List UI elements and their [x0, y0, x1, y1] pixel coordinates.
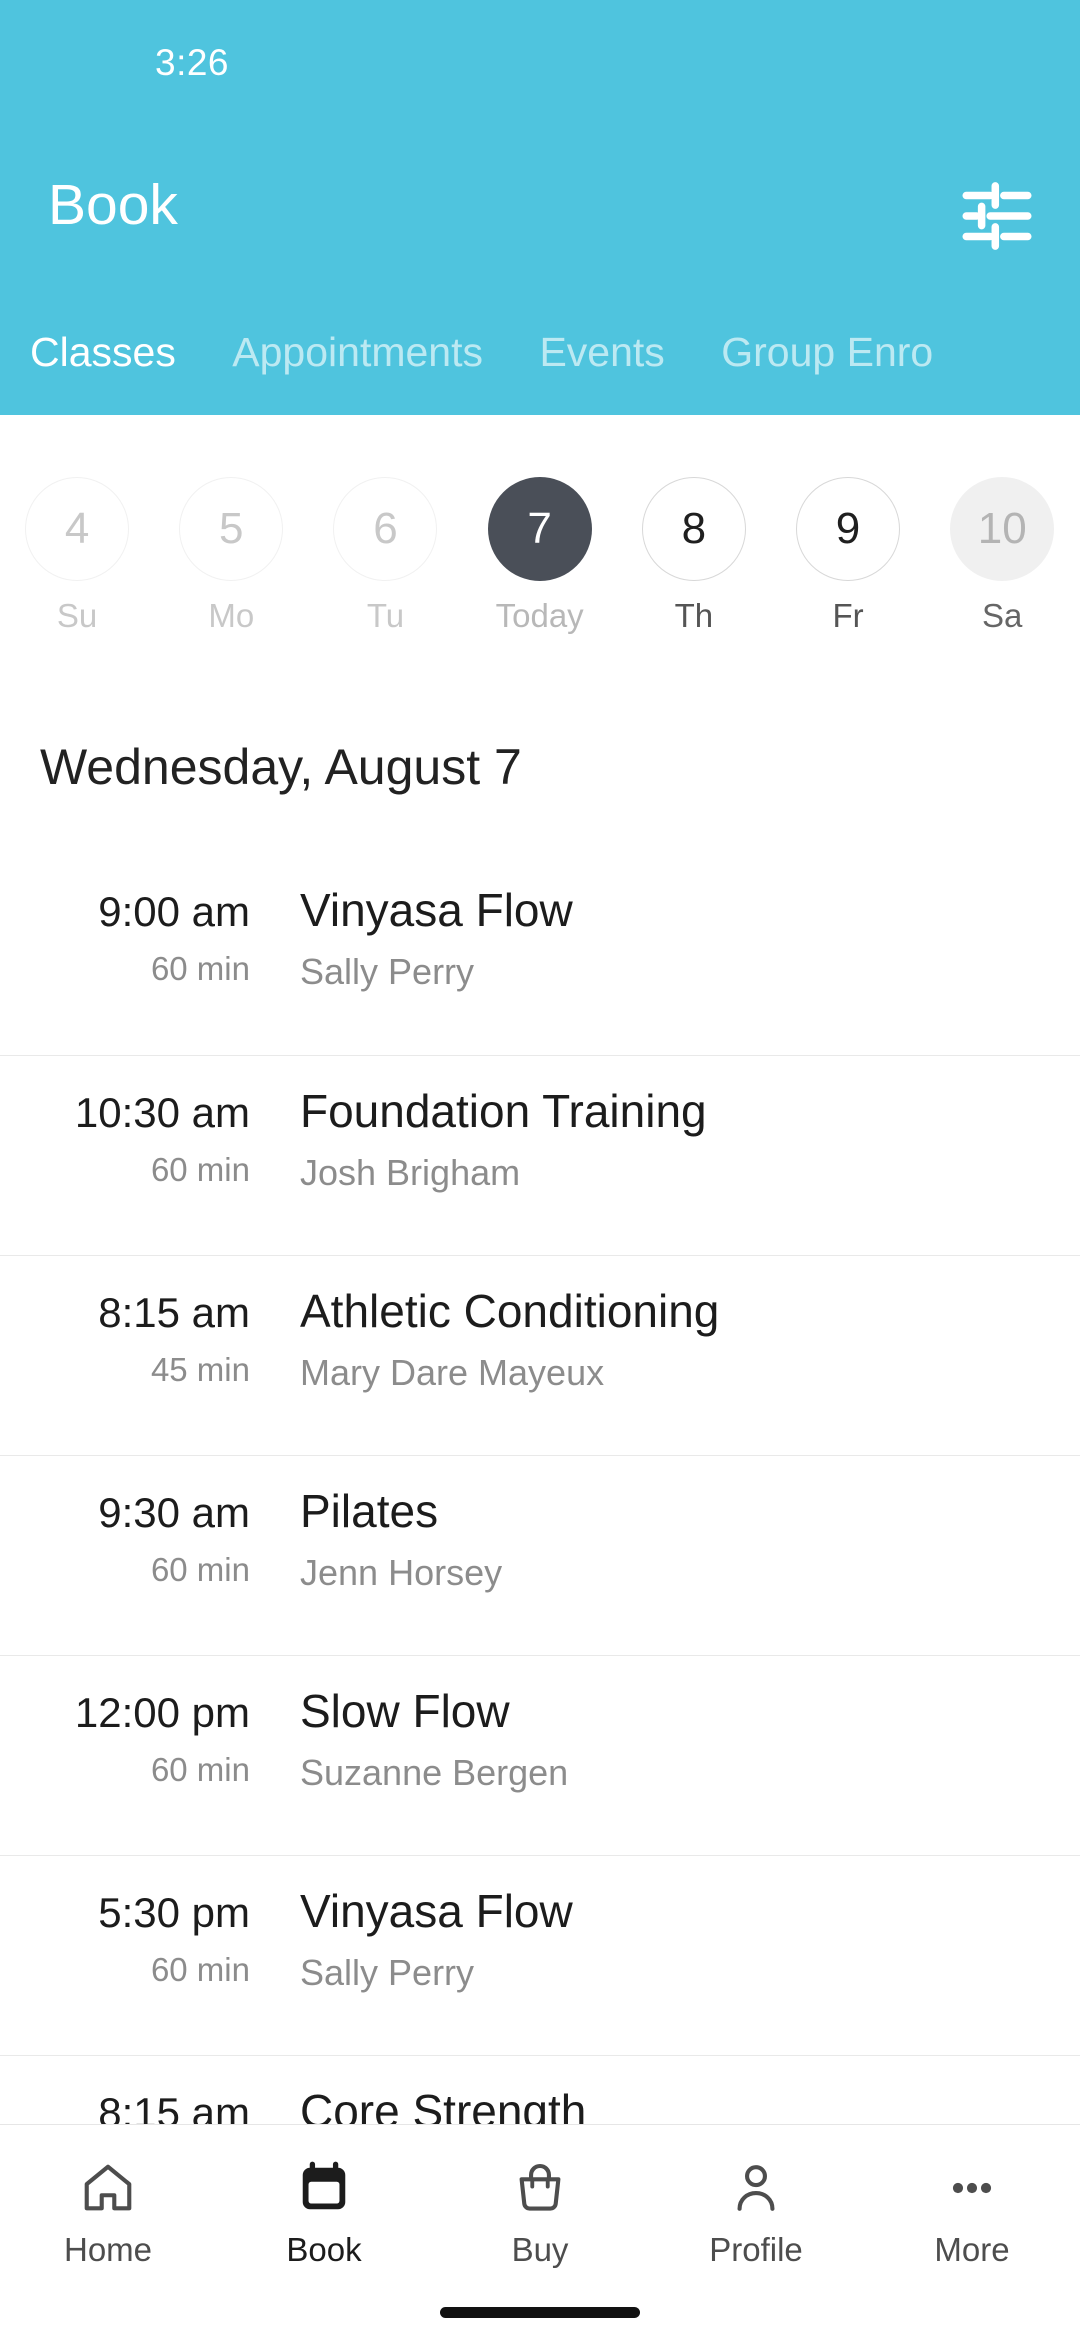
class-instructor: Sally Perry — [300, 951, 475, 992]
date-cell-5[interactable]: 5 Mo — [154, 415, 308, 635]
class-instructor: Jenn Horsey — [300, 1552, 503, 1593]
class-row[interactable]: 8:15 am Core Strength — [0, 2055, 1080, 2125]
date-weekday: Fr — [832, 597, 864, 634]
date-weekday: Su — [56, 597, 98, 634]
date-weekday: Th — [674, 597, 714, 634]
class-time: 12:00 pm — [74, 1689, 250, 1736]
tab-bar[interactable]: Classes Appointments Events Group Enro — [0, 290, 1080, 415]
class-name: Athletic Conditioning — [300, 1285, 720, 1337]
class-row[interactable]: 5:30 pm 60 min Vinyasa Flow Sally Perry — [0, 1855, 1080, 2055]
class-time-column: 8:15 am — [0, 2056, 250, 2125]
class-info-column: Core Strength — [300, 2056, 1040, 2125]
date-cell-6[interactable]: 6 Tu — [308, 415, 462, 635]
class-name: Vinyasa Flow — [300, 884, 573, 936]
date-number: 7 — [487, 477, 592, 581]
bottom-navigation-bar[interactable]: Home Book Buy Profile More — [0, 2124, 1080, 2340]
class-name: Core Strength — [300, 2085, 587, 2125]
class-time: 8:15 am — [98, 1289, 250, 1336]
tab-appointments[interactable]: Appointments — [232, 290, 483, 415]
nav-item-more[interactable]: More — [864, 2125, 1080, 2340]
date-cell-9[interactable]: 9 Fr — [771, 415, 925, 635]
app-bar: Book — [0, 100, 1080, 290]
class-time: 9:30 am — [98, 1489, 250, 1536]
home-indicator — [440, 2307, 640, 2318]
class-time: 10:30 am — [74, 1089, 250, 1136]
class-row[interactable]: 12:00 pm 60 min Slow Flow Suzanne Bergen — [0, 1655, 1080, 1855]
tab-classes[interactable]: Classes — [30, 290, 176, 415]
nav-label-more: More — [934, 2231, 1010, 2268]
class-time: 9:00 am — [98, 888, 250, 935]
nav-label-book: Book — [286, 2231, 362, 2268]
class-info-column: Slow Flow Suzanne Bergen — [300, 1656, 1040, 1794]
class-info-column: Vinyasa Flow Sally Perry — [300, 1856, 1040, 1994]
class-instructor: Mary Dare Mayeux — [300, 1352, 605, 1393]
class-duration: 60 min — [150, 1951, 250, 1988]
shopping-bag-icon — [432, 2157, 648, 2219]
date-weekday: Today — [495, 597, 584, 634]
date-cell-8[interactable]: 8 Th — [617, 415, 771, 635]
calendar-icon — [216, 2157, 432, 2219]
selected-date-heading: Wednesday, August 7 — [40, 739, 522, 795]
nav-label-profile: Profile — [709, 2231, 803, 2268]
person-icon — [648, 2157, 864, 2219]
class-time-column: 8:15 am 45 min — [0, 1256, 250, 1389]
filter-sliders-icon[interactable] — [956, 175, 1038, 257]
class-instructor: Josh Brigham — [300, 1152, 521, 1193]
page-title: Book — [48, 173, 178, 237]
class-time-column: 12:00 pm 60 min — [0, 1656, 250, 1789]
date-weekday: Sa — [982, 597, 1023, 634]
class-time-column: 9:00 am 60 min — [0, 855, 250, 988]
class-duration: 45 min — [150, 1351, 250, 1388]
date-cell-4[interactable]: 4 Su — [0, 415, 154, 635]
date-number: 10 — [950, 477, 1055, 581]
class-name: Slow Flow — [300, 1685, 510, 1737]
date-cell-7-selected[interactable]: 7 Today — [463, 415, 617, 635]
date-number: 5 — [179, 477, 284, 581]
class-time-column: 9:30 am 60 min — [0, 1456, 250, 1589]
class-info-column: Athletic Conditioning Mary Dare Mayeux — [300, 1256, 1040, 1394]
status-bar-clock: 3:26 — [155, 42, 230, 83]
class-time-column: 5:30 pm 60 min — [0, 1856, 250, 1989]
class-duration: 60 min — [150, 950, 250, 987]
nav-label-buy: Buy — [511, 2231, 569, 2268]
class-duration: 60 min — [150, 1551, 250, 1588]
date-weekday: Mo — [208, 597, 255, 634]
class-list[interactable]: 9:00 am 60 min Vinyasa Flow Sally Perry … — [0, 855, 1080, 2125]
class-time: 8:15 am — [98, 2089, 250, 2125]
date-number: 9 — [796, 477, 901, 581]
class-duration: 60 min — [150, 1151, 250, 1188]
date-cell-10[interactable]: 10 Sa — [925, 415, 1079, 635]
date-number: 8 — [641, 477, 746, 581]
class-row[interactable]: 10:30 am 60 min Foundation Training Josh… — [0, 1055, 1080, 1255]
class-info-column: Pilates Jenn Horsey — [300, 1456, 1040, 1594]
home-icon — [0, 2157, 216, 2219]
status-bar: 3:26 — [0, 0, 1080, 100]
app-header: 3:26 Book Classes Appointments Events Gr… — [0, 0, 1080, 415]
ellipsis-icon — [864, 2157, 1080, 2219]
class-instructor: Suzanne Bergen — [300, 1752, 569, 1793]
class-instructor: Sally Perry — [300, 1952, 475, 1993]
class-duration: 60 min — [150, 1751, 250, 1788]
class-row[interactable]: 9:00 am 60 min Vinyasa Flow Sally Perry — [0, 855, 1080, 1055]
class-time: 5:30 pm — [98, 1889, 250, 1936]
date-weekday: Tu — [366, 597, 405, 634]
nav-item-home[interactable]: Home — [0, 2125, 216, 2340]
date-number: 4 — [25, 477, 130, 581]
class-row[interactable]: 8:15 am 45 min Athletic Conditioning Mar… — [0, 1255, 1080, 1455]
nav-item-profile[interactable]: Profile — [648, 2125, 864, 2340]
class-time-column: 10:30 am 60 min — [0, 1056, 250, 1189]
date-number: 6 — [333, 477, 438, 581]
class-name: Foundation Training — [300, 1085, 707, 1137]
tab-events[interactable]: Events — [539, 290, 664, 415]
class-info-column: Foundation Training Josh Brigham — [300, 1056, 1040, 1194]
class-row[interactable]: 9:30 am 60 min Pilates Jenn Horsey — [0, 1455, 1080, 1655]
nav-label-home: Home — [63, 2231, 153, 2268]
date-selector-strip[interactable]: 4 Su 5 Mo 6 Tu 7 Today 8 Th 9 Fr 10 Sa — [0, 415, 1080, 660]
class-info-column: Vinyasa Flow Sally Perry — [300, 855, 1040, 993]
nav-item-book[interactable]: Book — [216, 2125, 432, 2340]
class-name: Vinyasa Flow — [300, 1885, 573, 1937]
tab-group-enrollments[interactable]: Group Enro — [721, 290, 933, 415]
class-name: Pilates — [300, 1485, 439, 1537]
